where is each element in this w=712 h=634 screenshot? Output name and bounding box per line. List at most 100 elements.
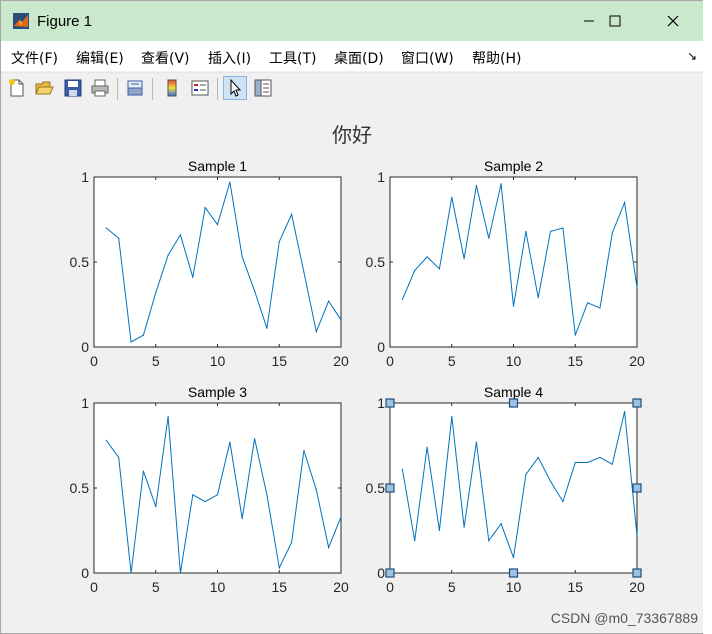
subplot-2[interactable]: Sample 2 0 5 10 15 20 0 0.5 1 — [366, 158, 645, 369]
data-point — [525, 473, 527, 475]
data-point — [574, 461, 576, 464]
selection-handle[interactable] — [385, 398, 395, 408]
data-point — [401, 298, 403, 300]
selection-handle[interactable] — [508, 568, 519, 578]
data-point — [216, 494, 219, 496]
legend-icon[interactable] — [188, 76, 212, 100]
dock-arrow-icon[interactable]: ↘ — [687, 49, 697, 63]
matlab-icon — [13, 13, 29, 29]
data-point — [562, 501, 564, 503]
data-point — [426, 256, 428, 258]
data-point — [512, 305, 515, 307]
menu-view[interactable]: 查看(V) — [141, 48, 190, 68]
colorbar-icon[interactable] — [160, 76, 184, 100]
data-point — [155, 292, 157, 294]
close-icon — [667, 12, 679, 31]
menu-help[interactable]: 帮助(H) — [472, 48, 521, 68]
x-tick-label: 0 — [386, 353, 394, 369]
data-point — [291, 541, 293, 543]
x-tick-label: 0 — [386, 579, 394, 595]
title-bar[interactable]: Figure 1 — [1, 1, 703, 41]
x-tick-label: 10 — [210, 579, 226, 595]
menu-tools[interactable]: 工具(T) — [269, 48, 316, 68]
data-point — [179, 572, 182, 574]
save-icon[interactable] — [61, 76, 85, 100]
x-tick-label: 0 — [90, 579, 98, 595]
data-point — [340, 516, 342, 518]
data-point — [426, 446, 428, 448]
y-tick-label: 0.5 — [366, 480, 386, 496]
data-point — [488, 540, 490, 542]
open-file-icon[interactable] — [32, 76, 56, 100]
select-pointer-icon[interactable] — [223, 76, 247, 100]
selection-handle[interactable] — [632, 568, 642, 578]
data-point — [130, 572, 132, 574]
y-tick-label: 0 — [81, 339, 89, 355]
data-point — [167, 254, 169, 256]
subplot-title: Sample 4 — [484, 384, 543, 400]
x-tick-label: 15 — [271, 579, 287, 595]
toolbar-separator — [117, 78, 118, 100]
menu-desktop[interactable]: 桌面(D) — [334, 48, 384, 68]
menu-edit[interactable]: 编辑(E) — [76, 48, 124, 68]
print-preview-icon[interactable] — [123, 76, 147, 100]
data-point — [315, 489, 317, 491]
data-point — [463, 258, 465, 260]
x-tick-label: 20 — [629, 579, 645, 595]
data-point — [192, 276, 194, 278]
x-tick-label: 10 — [506, 579, 522, 595]
data-point — [611, 232, 613, 234]
toolbar-separator — [152, 78, 153, 100]
x-tick-label: 15 — [271, 353, 287, 369]
selection-handle[interactable] — [632, 483, 642, 493]
selection-handle[interactable] — [632, 398, 642, 408]
data-point — [303, 271, 305, 273]
data-point — [328, 300, 330, 302]
data-point — [500, 183, 502, 185]
selection-handle[interactable] — [385, 483, 395, 493]
data-point — [229, 441, 231, 443]
data-point — [488, 237, 490, 239]
data-point — [315, 331, 317, 333]
data-point — [414, 540, 416, 542]
x-tick-label: 15 — [567, 579, 583, 595]
data-point — [253, 290, 256, 292]
data-point — [549, 230, 552, 232]
window-title: Figure 1 — [37, 13, 93, 30]
data-point — [537, 297, 539, 299]
subplot-title: Sample 1 — [188, 158, 247, 174]
data-point — [525, 230, 527, 232]
figure-toolbar — [1, 72, 703, 106]
new-figure-icon[interactable] — [5, 76, 29, 100]
data-point — [291, 213, 293, 215]
data-point — [475, 184, 478, 187]
subplot-4[interactable]: Sample 4 0 5 10 15 20 0 0.5 1 — [366, 384, 645, 595]
data-point — [451, 416, 453, 418]
data-point — [118, 237, 120, 239]
x-tick-label: 20 — [333, 353, 349, 369]
maximize-icon — [609, 12, 621, 31]
maximize-button[interactable] — [589, 1, 641, 41]
data-point — [303, 450, 305, 452]
data-point — [500, 523, 502, 525]
print-icon[interactable] — [88, 76, 112, 100]
watermark-text: CSDN @m0_73367889 — [550, 610, 698, 626]
y-tick-label: 1 — [81, 395, 89, 411]
selection-handle[interactable] — [508, 398, 519, 408]
subplot-1[interactable]: Sample 1 0 5 10 15 20 0 0.5 1 — [70, 158, 349, 369]
property-editor-icon[interactable] — [251, 76, 275, 100]
menu-window[interactable]: 窗口(W) — [401, 48, 454, 68]
axes-box — [389, 176, 638, 348]
menu-insert[interactable]: 插入(I) — [208, 48, 251, 68]
figure-window: Figure 1 文件(F) 编辑(E) 查看(V) 插入(I) 工具(T) 桌… — [0, 0, 704, 634]
toolbar-separator — [217, 78, 218, 100]
close-button[interactable] — [647, 1, 699, 41]
data-point — [229, 181, 231, 183]
data-point — [624, 201, 626, 204]
menu-file[interactable]: 文件(F) — [11, 48, 58, 68]
data-point — [278, 241, 280, 243]
data-point — [167, 416, 169, 418]
subplot-3[interactable]: Sample 3 0 5 10 15 20 0 0.5 1 — [70, 384, 349, 595]
selection-handle[interactable] — [385, 568, 395, 578]
data-point — [549, 480, 552, 482]
